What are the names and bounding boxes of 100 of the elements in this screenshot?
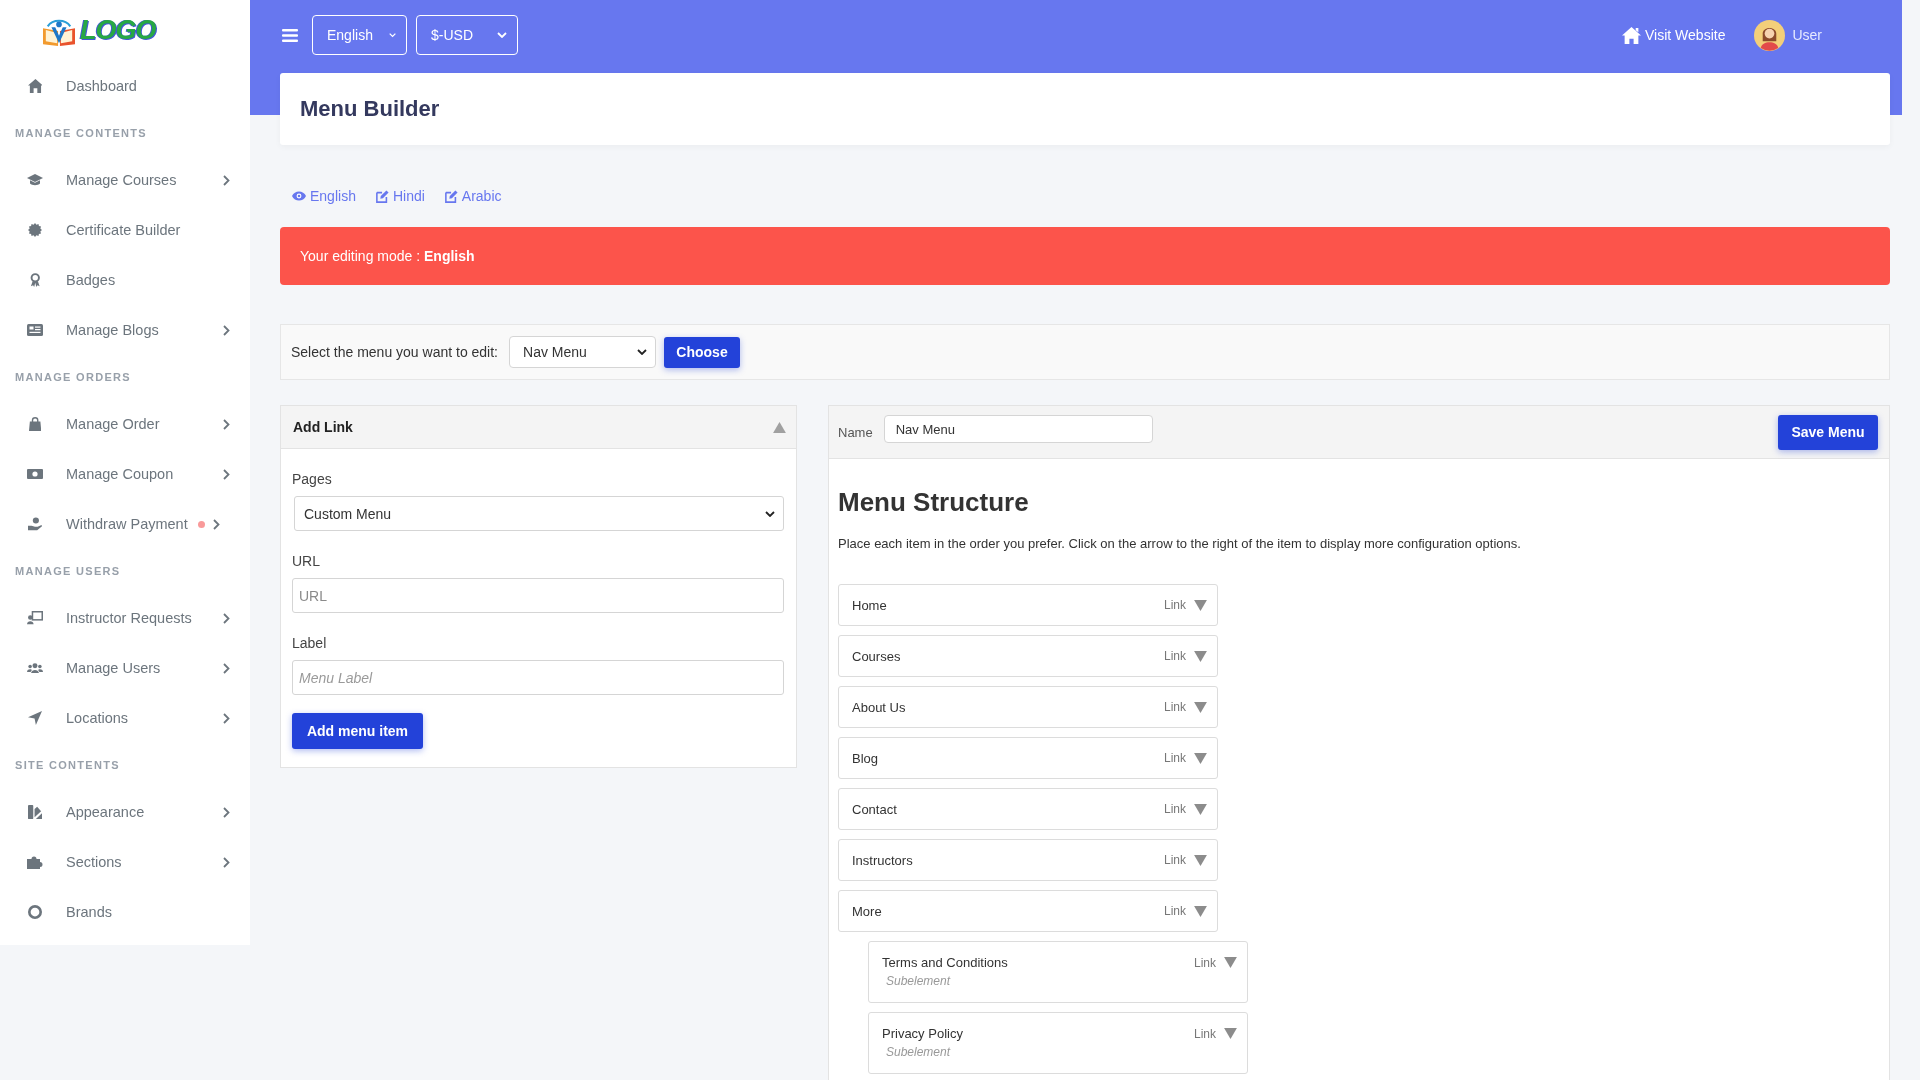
sidebar-section-title: MANAGE USERS — [14, 564, 122, 579]
menu-item[interactable]: About Us Link — [838, 686, 1218, 728]
chevron-down-icon — [637, 349, 647, 355]
menu-item[interactable]: Terms and Conditions Link Subelement — [868, 941, 1248, 1003]
visit-website-link[interactable]: Visit Website — [1622, 26, 1726, 44]
description-text: Place each item in the order you prefer. Click on the arrow to the right of the item to display more configuration options. — [838, 536, 1522, 552]
sidebar-section-title: MANAGE CONTENTS — [14, 126, 148, 141]
select-label: Select the menu you want to edit: — [291, 344, 498, 360]
menu-item[interactable]: Instructors Link — [838, 839, 1218, 881]
menu-item-title: Blog — [852, 750, 879, 766]
triangle-down-icon[interactable] — [1194, 752, 1207, 764]
sidebar-item[interactable]: Sections — [0, 837, 250, 887]
field-label: Pages — [292, 471, 333, 487]
language-dropdown[interactable]: English — [312, 15, 407, 55]
name-label: Name — [838, 424, 873, 440]
section-heading: Menu Structure — [838, 487, 1030, 517]
triangle-down-icon[interactable] — [1194, 650, 1207, 662]
circle-icon — [28, 905, 42, 919]
item-type-label: Link — [1164, 751, 1186, 765]
bag-icon — [28, 417, 42, 431]
sidebar-item[interactable]: Manage Coupon — [0, 449, 250, 499]
triangle-down-icon[interactable] — [1224, 1028, 1237, 1039]
sidebar-item[interactable]: Appearance — [0, 787, 250, 837]
sidebar-section-title: SITE CONTENTS — [14, 758, 121, 773]
menu-item[interactable]: Contact Link — [838, 788, 1218, 830]
menu-item-title: Contact — [852, 801, 897, 817]
menu-select[interactable]: Nav Menu — [509, 336, 656, 368]
sidebar-item[interactable]: Brands — [0, 887, 250, 937]
triangle-down-icon[interactable] — [1194, 701, 1207, 713]
sidebar-item[interactable]: Certificate Builder — [0, 205, 250, 255]
select-field[interactable]: Custom Menu — [294, 496, 784, 531]
name-input[interactable]: Nav Menu — [883, 415, 1153, 443]
triangle-down-icon[interactable] — [1194, 854, 1207, 866]
input-field[interactable]: URL — [292, 578, 784, 613]
sidebar-item[interactable]: Locations — [0, 693, 250, 743]
language-link[interactable]: Arabic — [444, 188, 502, 204]
item-type-label: Link — [1164, 649, 1186, 663]
triangle-down-icon[interactable] — [1194, 599, 1207, 611]
input-field[interactable]: Menu Label — [292, 660, 784, 695]
triangle-down-icon[interactable] — [1194, 905, 1207, 917]
avatar-icon — [1754, 19, 1786, 51]
menu-item-title: More — [852, 903, 882, 919]
language-link[interactable]: Hindi — [375, 188, 425, 204]
menu-item[interactable]: Home Link — [838, 584, 1218, 626]
sidebar-item[interactable]: Badges — [0, 255, 250, 305]
puzzle-icon — [27, 855, 43, 869]
sidebar-item[interactable]: Instructor Requests — [0, 593, 250, 643]
menu-item-title: Courses — [852, 648, 901, 664]
menu-item-title: About Us — [852, 699, 906, 715]
item-type-label: Link — [1164, 904, 1186, 918]
navigation-arrow-icon — [28, 711, 42, 725]
sidebar-item[interactable]: Manage Blogs — [0, 305, 250, 355]
currency-dropdown[interactable]: $-USD — [416, 15, 518, 55]
add-menu-item-button[interactable]: Add menu item — [292, 713, 423, 749]
sidebar-section-title: MANAGE ORDERS — [14, 370, 132, 385]
triangle-down-icon[interactable] — [1224, 957, 1237, 968]
menu-item-title: Instructors — [852, 852, 913, 868]
subelement-label: Subelement — [886, 1045, 951, 1059]
sidebar-item[interactable]: Manage Order — [0, 399, 250, 449]
choose-button[interactable]: Choose — [664, 336, 740, 368]
banknote-icon — [27, 469, 43, 479]
page-title: Menu Builder — [300, 96, 440, 122]
graduation-cap-icon — [27, 174, 43, 186]
chalkboard-user-icon — [27, 611, 43, 625]
menu-item-title: Privacy Policy — [882, 1026, 963, 1041]
chevron-down-icon — [388, 32, 396, 38]
swatch-icon — [28, 805, 42, 819]
field-label: Label — [292, 635, 328, 651]
panel-title: Add Link — [293, 419, 353, 435]
item-type-label: Link — [1194, 1026, 1216, 1041]
item-type-label: Link — [1164, 853, 1186, 867]
logo-text: LOGO — [80, 15, 156, 46]
menu-item-title: Home — [852, 597, 887, 613]
menu-icon[interactable] — [282, 28, 298, 42]
newspaper-icon — [27, 324, 43, 336]
save-menu-button[interactable]: Save Menu — [1778, 414, 1878, 450]
chevron-down-icon — [497, 32, 507, 38]
home-icon — [1622, 26, 1642, 44]
user-menu[interactable]: User — [1754, 19, 1822, 51]
item-type-label: Link — [1164, 700, 1186, 714]
triangle-up-icon[interactable] — [773, 421, 786, 433]
subelement-label: Subelement — [886, 974, 951, 988]
alert-banner: Your editing mode : English — [280, 227, 1890, 285]
sidebar-item[interactable]: Manage Courses — [0, 155, 250, 205]
language-link[interactable]: English — [292, 188, 356, 204]
menu-item[interactable]: Blog Link — [838, 737, 1218, 779]
triangle-down-icon[interactable] — [1194, 803, 1207, 815]
sidebar-item[interactable]: Dashboard — [0, 61, 250, 111]
sidebar-item[interactable]: Manage Users — [0, 643, 250, 693]
seal-icon — [28, 223, 42, 237]
item-type-label: Link — [1164, 802, 1186, 816]
item-type-label: Link — [1194, 955, 1216, 970]
field-label: URL — [292, 553, 321, 569]
award-icon — [29, 273, 41, 287]
item-type-label: Link — [1164, 598, 1186, 612]
home-icon — [27, 79, 43, 93]
menu-item[interactable]: Courses Link — [838, 635, 1218, 677]
menu-item[interactable]: Privacy Policy Link Subelement — [868, 1012, 1248, 1074]
menu-item[interactable]: More Link — [838, 890, 1218, 932]
sidebar-item[interactable]: Withdraw Payment — [0, 499, 250, 549]
